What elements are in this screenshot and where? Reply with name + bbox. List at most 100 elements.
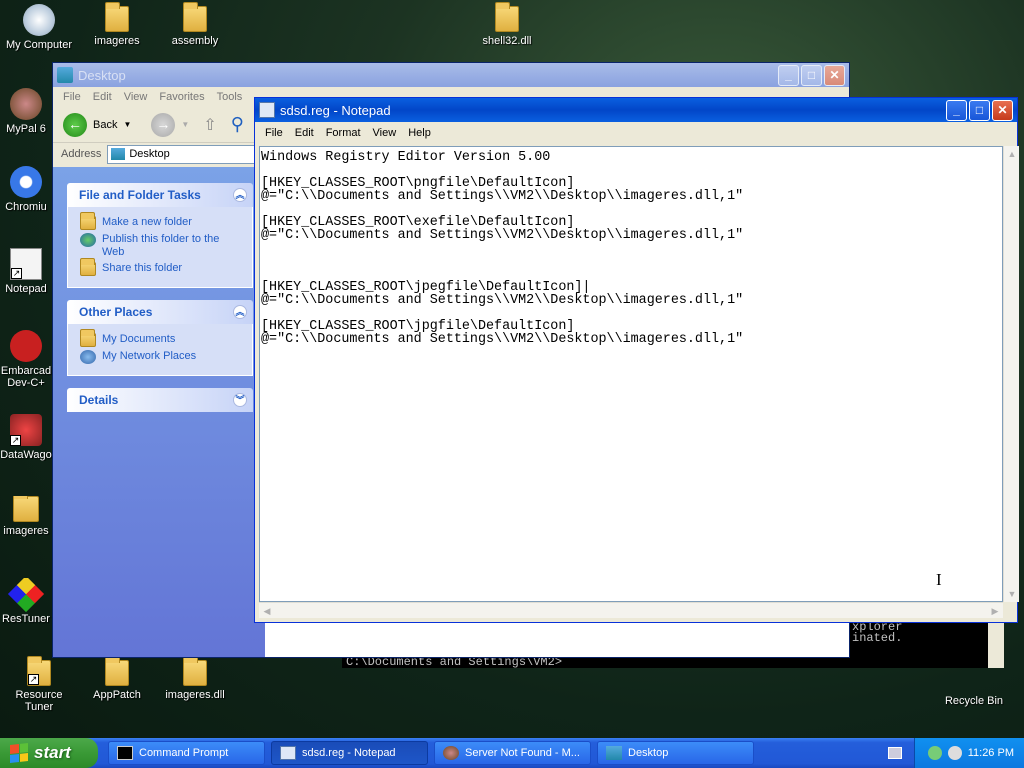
folder-icon <box>495 2 519 32</box>
desktop-icon-datawagon[interactable]: ↗ DataWago <box>0 414 52 461</box>
desktop-icon-imageres-side[interactable]: imageres <box>0 496 52 537</box>
place-my-documents[interactable]: My Documents <box>80 329 244 347</box>
menu-format[interactable]: Format <box>320 127 367 139</box>
taskbar-button-command-prompt[interactable]: Command Prompt <box>108 741 265 765</box>
minimize-button[interactable]: _ <box>778 64 799 86</box>
desktop-icon-label: Tuner <box>24 701 54 713</box>
menu-tools[interactable]: Tools <box>211 91 249 103</box>
panel-header[interactable]: Other Places ︽ <box>67 300 253 324</box>
notepad-window[interactable]: sdsd.reg - Notepad _ □ ✕ File Edit Forma… <box>254 97 1019 623</box>
taskbar-button-desktop[interactable]: Desktop <box>597 741 754 765</box>
notepad-text-area[interactable]: Windows Registry Editor Version 5.00 [HK… <box>259 146 1003 602</box>
desktop-icon-my-computer[interactable]: My Computer <box>0 4 78 51</box>
panel-header[interactable]: File and Folder Tasks ︽ <box>67 183 253 207</box>
chevron-down-icon[interactable]: ▼ <box>123 120 131 129</box>
taskbar-button-notepad[interactable]: sdsd.reg - Notepad <box>271 741 428 765</box>
menu-file[interactable]: File <box>259 127 289 139</box>
network-places-icon <box>80 350 96 364</box>
desktop-icon-shell32[interactable]: shell32.dll <box>468 2 546 47</box>
keyboard-icon[interactable] <box>888 747 902 759</box>
task-label: Make a new folder <box>102 216 192 228</box>
up-folder-icon[interactable]: ⇧ <box>203 115 216 135</box>
cmd-scrollbar[interactable] <box>988 620 1004 668</box>
taskbar-button-label: sdsd.reg - Notepad <box>302 747 396 759</box>
folder-icon <box>183 656 207 686</box>
close-button[interactable]: ✕ <box>824 64 845 86</box>
scroll-left-icon[interactable]: ◀ <box>259 603 275 619</box>
forward-arrow-icon[interactable]: → <box>151 112 176 137</box>
desktop-icon-label: Resource <box>15 689 63 701</box>
menu-file[interactable]: File <box>57 91 87 103</box>
desktop-icon-label: My Computer <box>5 39 73 51</box>
desktop-icon-imageres-folder[interactable]: imageres <box>78 2 156 47</box>
windows-logo-icon <box>10 743 28 763</box>
taskbar-button-browser[interactable]: Server Not Found - M... <box>434 741 591 765</box>
menu-view[interactable]: View <box>367 127 403 139</box>
panel-header[interactable]: Details ︾ <box>67 388 253 412</box>
menu-favorites[interactable]: Favorites <box>153 91 210 103</box>
collapse-chevron-icon[interactable]: ︽ <box>233 188 247 202</box>
file-folder-tasks-panel: File and Folder Tasks ︽ Make a new folde… <box>67 183 253 288</box>
desktop-icon-label: ResTuner <box>2 613 50 625</box>
taskbar-button-label: Command Prompt <box>139 747 229 759</box>
menu-edit[interactable]: Edit <box>87 91 118 103</box>
menu-edit[interactable]: Edit <box>289 127 320 139</box>
network-tray-icon[interactable] <box>927 746 942 760</box>
horizontal-scrollbar[interactable]: ◀ ▶ <box>259 602 1003 618</box>
clock[interactable]: 11:26 PM <box>968 747 1014 759</box>
menu-view[interactable]: View <box>118 91 154 103</box>
menu-help[interactable]: Help <box>402 127 437 139</box>
minimize-button[interactable]: _ <box>946 99 967 121</box>
maximize-button[interactable]: □ <box>969 99 990 121</box>
start-button[interactable]: start <box>0 738 98 768</box>
scroll-up-icon[interactable]: ▲ <box>1004 146 1020 162</box>
collapse-chevron-icon[interactable]: ︽ <box>233 305 247 319</box>
volume-tray-icon[interactable] <box>947 746 962 760</box>
close-button[interactable]: ✕ <box>992 99 1013 121</box>
scroll-down-icon[interactable]: ▼ <box>1004 586 1020 602</box>
panel-title: Other Places <box>79 305 153 319</box>
notepad-icon <box>280 746 296 760</box>
expand-chevron-icon[interactable]: ︾ <box>233 393 247 407</box>
desktop-icon-notepad[interactable]: ↗ Notepad <box>0 248 52 295</box>
notepad-menubar: File Edit Format View Help <box>255 122 1017 144</box>
desktop-icon-chromium[interactable]: Chromiu <box>0 166 52 213</box>
desktop-icon-imageres-dll[interactable]: imageres.dll <box>156 656 234 701</box>
panel-title: File and Folder Tasks <box>79 188 201 202</box>
share-folder-icon <box>80 258 96 276</box>
panel-title: Details <box>79 393 119 407</box>
window-title: sdsd.reg - Notepad <box>280 102 391 118</box>
notepad-titlebar[interactable]: sdsd.reg - Notepad _ □ ✕ <box>255 98 1017 122</box>
desktop-icon-resource-tuner[interactable]: ↗ Resource Tuner <box>0 656 78 713</box>
task-share-folder[interactable]: Share this folder <box>80 258 244 276</box>
desktop-icon-assembly[interactable]: assembly <box>156 2 234 47</box>
chevron-down-icon[interactable]: ▼ <box>181 120 189 129</box>
start-label: start <box>34 743 71 762</box>
devcpp-icon <box>10 330 42 362</box>
desktop-icon-apppatch[interactable]: AppPatch <box>78 656 156 701</box>
address-value: Desktop <box>129 148 170 160</box>
datawagon-icon: ↗ <box>10 414 42 446</box>
maximize-button[interactable]: □ <box>801 64 822 86</box>
place-label: My Network Places <box>102 350 197 362</box>
task-make-new-folder[interactable]: Make a new folder <box>80 212 244 230</box>
desktop-folder-icon <box>606 746 622 760</box>
desktop-icon-mypal[interactable]: MyPal 6 <box>0 88 52 135</box>
desktop-icon-label: DataWago <box>0 449 52 461</box>
back-label: Back <box>93 118 118 131</box>
desktop-icon-embarcadero[interactable]: Embarcad Dev-C+ <box>0 330 52 389</box>
window-title: Desktop <box>78 67 126 83</box>
system-tray: 11:26 PM <box>914 738 1024 768</box>
back-button[interactable]: ← Back ▼ <box>63 112 131 137</box>
scroll-right-icon[interactable]: ▶ <box>987 603 1003 619</box>
browser-icon <box>443 746 459 760</box>
desktop-icon-label: imageres.dll <box>165 689 225 701</box>
notepad-icon: ↗ <box>10 248 42 280</box>
folder-icon <box>105 2 129 32</box>
task-publish-web[interactable]: Publish this folder to the Web <box>80 233 244 259</box>
search-icon[interactable]: ⚲ <box>231 114 244 135</box>
vertical-scrollbar[interactable]: ▲ ▼ <box>1003 146 1019 602</box>
place-my-network-places[interactable]: My Network Places <box>80 350 244 364</box>
desktop-icon-restuner[interactable]: ResTuner <box>0 578 52 625</box>
explorer-titlebar[interactable]: Desktop _ □ ✕ <box>53 63 849 87</box>
